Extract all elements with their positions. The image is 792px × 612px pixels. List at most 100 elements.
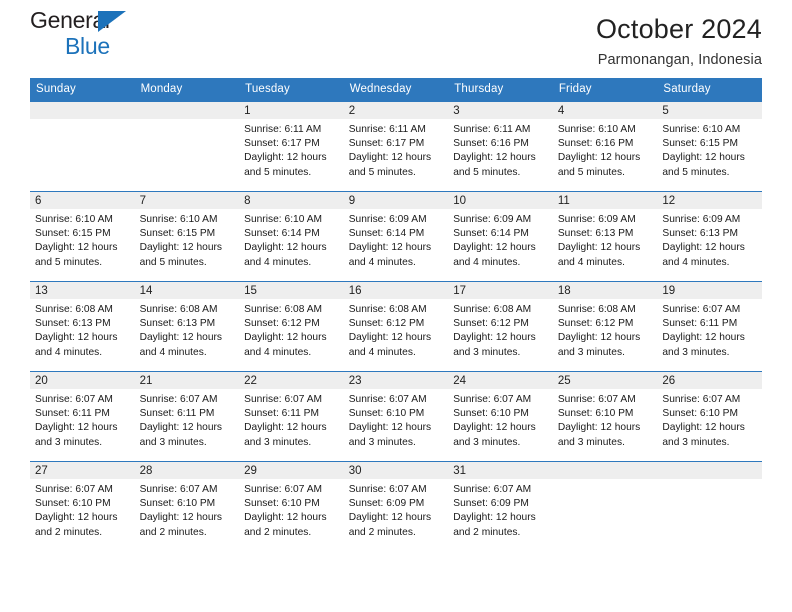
day-number: 5 — [657, 102, 762, 119]
sunrise-time: Sunrise: 6:11 AM — [244, 124, 322, 135]
sunset-time: Sunset: 6:12 PM — [557, 318, 634, 330]
day-cell-content: 24 Sunrise: 6:07 AM Sunset: 6:10 PM Dayligh… — [448, 372, 553, 461]
calendar-day-cell[interactable]: 14 Sunrise: 6:08 AM Sunset: 6:13 PM Dayligh… — [134, 281, 240, 372]
day-cell-content: 26 Sunrise: 6:07 AM Sunset: 6:10 PM Dayligh… — [657, 372, 762, 461]
calendar-day-cell[interactable]: 24 Sunrise: 6:07 AM Sunset: 6:10 PM Dayligh… — [448, 371, 553, 462]
day-number: 10 — [448, 192, 553, 209]
day-sun-details: Sunrise: 6:08 AM Sunset: 6:12 PM Daylight:… — [448, 299, 553, 360]
calendar-week-row: 20 Sunrise: 6:07 AM Sunset: 6:11 PM Dayligh… — [30, 371, 762, 462]
daylight-duration-line2: and 4 minutes. — [557, 256, 625, 268]
calendar-day-cell-empty — [30, 101, 135, 192]
calendar-day-cell[interactable]: 2 Sunrise: 6:11 AM Sunset: 6:17 PM Daylight… — [343, 101, 449, 192]
calendar-day-cell[interactable]: 12 Sunrise: 6:09 AM Sunset: 6:13 PM Dayligh… — [657, 191, 762, 282]
sunset-time: Sunset: 6:10 PM — [662, 408, 738, 420]
calendar-day-cell[interactable]: 6 Sunrise: 6:10 AM Sunset: 6:15 PM Daylight… — [30, 191, 135, 282]
sunset-time: Sunset: 6:14 PM — [348, 228, 425, 240]
day-sun-details: Sunrise: 6:09 AM Sunset: 6:13 PM Daylight:… — [553, 209, 658, 270]
generalblue-logo[interactable]: General Blue — [30, 9, 210, 61]
day-sun-details: Sunrise: 6:07 AM Sunset: 6:09 PM Daylight:… — [448, 479, 553, 540]
day-cell-content: 7 Sunrise: 6:10 AM Sunset: 6:15 PM Daylight… — [134, 192, 240, 281]
calendar-day-cell[interactable]: 22 Sunrise: 6:07 AM Sunset: 6:11 PM Dayligh… — [239, 371, 344, 462]
calendar-day-cell[interactable]: 26 Sunrise: 6:07 AM Sunset: 6:10 PM Dayligh… — [657, 371, 762, 462]
calendar-day-cell[interactable]: 25 Sunrise: 6:07 AM Sunset: 6:10 PM Dayligh… — [552, 371, 658, 462]
day-sun-details: Sunrise: 6:10 AM Sunset: 6:14 PM Daylight:… — [239, 209, 344, 270]
day-sun-details: Sunrise: 6:10 AM Sunset: 6:15 PM Daylight:… — [657, 119, 762, 180]
sunrise-time: Sunrise: 6:08 AM — [139, 304, 218, 315]
sunrise-time: Sunrise: 6:07 AM — [348, 484, 427, 495]
day-number: 1 — [239, 102, 344, 119]
calendar-day-cell-empty — [552, 461, 658, 550]
daylight-duration-line1: Daylight: 12 hours — [35, 422, 118, 434]
calendar-grid: Sunday Monday Tuesday Wednesday Thursday… — [30, 78, 762, 550]
day-sun-details: Sunrise: 6:08 AM Sunset: 6:12 PM Daylight:… — [239, 299, 344, 360]
sunrise-time: Sunrise: 6:07 AM — [35, 484, 113, 495]
calendar-week-row: 1 Sunrise: 6:11 AM Sunset: 6:17 PM Daylight… — [30, 101, 762, 192]
calendar-body: 1 Sunrise: 6:11 AM Sunset: 6:17 PM Daylight… — [30, 101, 762, 550]
calendar-day-cell[interactable]: 16 Sunrise: 6:08 AM Sunset: 6:12 PM Dayligh… — [343, 281, 449, 372]
calendar-day-cell[interactable]: 17 Sunrise: 6:08 AM Sunset: 6:12 PM Dayligh… — [448, 281, 553, 372]
sunset-time: Sunset: 6:10 PM — [348, 408, 425, 420]
calendar-day-cell[interactable]: 5 Sunrise: 6:10 AM Sunset: 6:15 PM Daylight… — [657, 101, 762, 192]
sunset-time: Sunset: 6:10 PM — [557, 408, 634, 420]
sunrise-time: Sunrise: 6:10 AM — [244, 214, 323, 225]
calendar-day-cell[interactable]: 20 Sunrise: 6:07 AM Sunset: 6:11 PM Dayligh… — [30, 371, 135, 462]
day-cell-content: 23 Sunrise: 6:07 AM Sunset: 6:10 PM Dayligh… — [343, 372, 449, 461]
calendar-day-cell[interactable]: 23 Sunrise: 6:07 AM Sunset: 6:10 PM Dayligh… — [343, 371, 449, 462]
sunrise-time: Sunrise: 6:07 AM — [557, 394, 636, 405]
daylight-duration-line2: and 4 minutes. — [244, 256, 312, 268]
day-sun-details: Sunrise: 6:11 AM Sunset: 6:17 PM Daylight:… — [344, 119, 449, 180]
sunrise-time: Sunrise: 6:07 AM — [348, 394, 427, 405]
calendar-day-cell[interactable]: 29 Sunrise: 6:07 AM Sunset: 6:10 PM Dayligh… — [239, 461, 344, 550]
calendar-day-cell[interactable]: 15 Sunrise: 6:08 AM Sunset: 6:12 PM Dayligh… — [239, 281, 344, 372]
day-sun-details: Sunrise: 6:07 AM Sunset: 6:11 PM Daylight:… — [30, 389, 135, 450]
calendar-day-cell[interactable]: 1 Sunrise: 6:11 AM Sunset: 6:17 PM Daylight… — [239, 101, 344, 192]
sunset-time: Sunset: 6:10 PM — [244, 498, 320, 510]
sunrise-time: Sunrise: 6:11 AM — [348, 124, 426, 135]
calendar-day-cell[interactable]: 10 Sunrise: 6:09 AM Sunset: 6:14 PM Dayligh… — [448, 191, 553, 282]
sunset-time: Sunset: 6:10 PM — [139, 498, 216, 510]
calendar-day-cell[interactable]: 11 Sunrise: 6:09 AM Sunset: 6:13 PM Dayligh… — [552, 191, 658, 282]
daylight-duration-line1: Daylight: 12 hours — [557, 152, 641, 164]
calendar-day-cell[interactable]: 13 Sunrise: 6:08 AM Sunset: 6:13 PM Dayligh… — [30, 281, 135, 372]
calendar-day-cell[interactable]: 19 Sunrise: 6:07 AM Sunset: 6:11 PM Dayligh… — [657, 281, 762, 372]
weekday-header-sunday: Sunday — [30, 78, 135, 102]
calendar-day-cell[interactable]: 30 Sunrise: 6:07 AM Sunset: 6:09 PM Dayligh… — [343, 461, 449, 550]
daylight-duration-line1: Daylight: 12 hours — [453, 332, 536, 344]
calendar-day-cell[interactable]: 7 Sunrise: 6:10 AM Sunset: 6:15 PM Daylight… — [134, 191, 240, 282]
day-sun-details: Sunrise: 6:07 AM Sunset: 6:10 PM Daylight:… — [657, 389, 762, 450]
sunset-time: Sunset: 6:13 PM — [139, 318, 216, 330]
day-cell-content: 20 Sunrise: 6:07 AM Sunset: 6:11 PM Dayligh… — [30, 372, 135, 461]
day-sun-details: Sunrise: 6:07 AM Sunset: 6:10 PM Daylight:… — [448, 389, 553, 450]
calendar-day-cell[interactable]: 27 Sunrise: 6:07 AM Sunset: 6:10 PM Dayligh… — [30, 461, 135, 550]
day-number: 16 — [343, 282, 449, 299]
day-number: 11 — [552, 192, 658, 209]
daylight-duration-line1: Daylight: 12 hours — [244, 512, 327, 524]
calendar-day-cell[interactable]: 4 Sunrise: 6:10 AM Sunset: 6:16 PM Daylight… — [552, 101, 658, 192]
calendar-day-cell[interactable]: 8 Sunrise: 6:10 AM Sunset: 6:14 PM Daylight… — [239, 191, 344, 282]
day-number: 27 — [30, 462, 135, 479]
sunset-time: Sunset: 6:12 PM — [348, 318, 425, 330]
calendar-day-cell[interactable]: 28 Sunrise: 6:07 AM Sunset: 6:10 PM Dayligh… — [134, 461, 240, 550]
sunset-time: Sunset: 6:11 PM — [35, 408, 110, 420]
calendar-day-cell[interactable]: 31 Sunrise: 6:07 AM Sunset: 6:09 PM Dayligh… — [448, 461, 553, 550]
calendar-day-cell[interactable]: 21 Sunrise: 6:07 AM Sunset: 6:11 PM Dayligh… — [134, 371, 240, 462]
calendar-day-cell[interactable]: 3 Sunrise: 6:11 AM Sunset: 6:16 PM Daylight… — [448, 101, 553, 192]
sunset-time: Sunset: 6:12 PM — [244, 318, 320, 330]
day-number: 3 — [448, 102, 553, 119]
daylight-duration-line1: Daylight: 12 hours — [453, 422, 536, 434]
daylight-duration-line1: Daylight: 12 hours — [139, 242, 223, 254]
day-cell-content: 3 Sunrise: 6:11 AM Sunset: 6:16 PM Daylight… — [448, 102, 553, 191]
calendar-day-cell[interactable]: 18 Sunrise: 6:08 AM Sunset: 6:12 PM Dayligh… — [552, 281, 658, 372]
day-sun-details: Sunrise: 6:07 AM Sunset: 6:10 PM Daylight:… — [135, 479, 240, 540]
sunset-time: Sunset: 6:10 PM — [453, 408, 529, 420]
daylight-duration-line2: and 3 minutes. — [662, 436, 730, 448]
daylight-duration-line1: Daylight: 12 hours — [557, 332, 641, 344]
day-number: 22 — [239, 372, 344, 389]
title-block: October 2024 Parmonangan, Indonesia — [596, 14, 762, 68]
day-number: 28 — [134, 462, 240, 479]
day-cell-content: 28 Sunrise: 6:07 AM Sunset: 6:10 PM Dayligh… — [134, 462, 240, 550]
day-number: 20 — [30, 372, 135, 389]
day-number: 9 — [343, 192, 449, 209]
daylight-duration-line1: Daylight: 12 hours — [35, 332, 118, 344]
calendar-day-cell[interactable]: 9 Sunrise: 6:09 AM Sunset: 6:14 PM Daylight… — [343, 191, 449, 282]
